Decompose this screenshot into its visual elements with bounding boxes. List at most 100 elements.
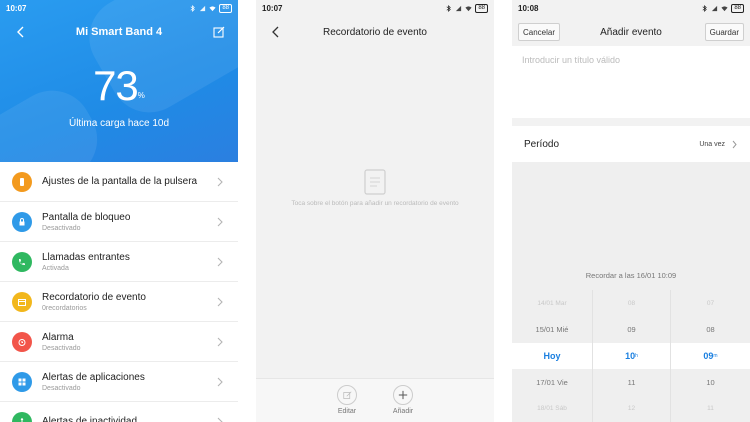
battery-value: 73 (93, 62, 139, 109)
picker-option-text: 09 (703, 351, 714, 362)
settings-row[interactable]: Alertas de aplicaciones Desactivado (0, 362, 238, 402)
hour-wheel[interactable]: 08 09 10 h 11 12 (592, 290, 670, 422)
row-status: Desactivado (42, 224, 81, 232)
section-divider (512, 118, 750, 126)
signal-icon (200, 5, 206, 11)
add-circle (393, 385, 413, 405)
back-arrow-icon[interactable] (14, 25, 28, 39)
picker-option-text: 09 (627, 325, 636, 335)
datetime-picker: Recordar a las 16/01 10:09 14/01 Mar 15/0… (512, 162, 750, 422)
row-text: Alarma Desactivado (42, 332, 238, 352)
picker-option[interactable]: 18/01 Sáb (512, 396, 592, 422)
add-button[interactable]: Añadir (383, 385, 423, 415)
status-time: 10:07 (262, 3, 283, 13)
picker-option[interactable]: 11 (593, 369, 670, 395)
picker-option[interactable]: Hoy (512, 342, 592, 370)
picker-option-text: 07 (706, 299, 715, 307)
settings-row[interactable]: Pantalla de bloqueo Desactivado (0, 202, 238, 242)
period-row[interactable]: Período Una vez (512, 126, 750, 162)
event-title-input[interactable] (522, 50, 740, 70)
row-icon-badge (12, 251, 32, 272)
picker-option[interactable]: 17/01 Vie (512, 369, 592, 395)
row-icon-badge (12, 371, 32, 392)
picker-columns: 14/01 Mar 15/01 Mié Hoy 17/01 Vie 18/01 Sáb … (512, 290, 750, 422)
picker-option[interactable]: 15/01 Mié (512, 316, 592, 342)
bluetooth-icon (190, 4, 196, 12)
picker-option[interactable]: 11 (671, 396, 750, 422)
row-label: Llamadas entrantes (42, 251, 130, 263)
edit-icon (342, 390, 352, 399)
chevron-right-icon (217, 177, 223, 187)
chevron-right-icon (217, 377, 223, 387)
watch-icon (20, 177, 24, 186)
bottom-toolbar: Editar Añadir (256, 378, 494, 422)
screenshot-collage: 10:07 88 Mi Smart Band 4 73% Última carg… (0, 0, 750, 422)
picker-option-text: 18/01 Sáb (537, 405, 567, 413)
settings-row[interactable]: Ajustes de la pantalla de la pulsera (0, 162, 238, 202)
row-label: Pantalla de bloqueo (42, 211, 131, 223)
last-charge-text: Última carga hace 10d (68, 118, 170, 129)
lock-icon (19, 217, 25, 225)
chevron-right-icon (217, 297, 223, 307)
remind-at-text: Recordar a las 16/01 10:09 (585, 271, 677, 280)
edit-circle (337, 385, 357, 405)
band-settings-screen: 10:07 88 Mi Smart Band 4 73% Última carg… (0, 0, 238, 422)
top-bar: 10:08 88 Cancelar Añadir evento Guardar (512, 0, 750, 46)
page-title: Añadir evento (600, 26, 662, 38)
picker-option-text: 10 (706, 377, 715, 387)
picker-option[interactable]: 08 (593, 290, 670, 316)
signal-icon (712, 5, 718, 11)
status-bar: 10:08 88 (512, 0, 750, 16)
row-text: Llamadas entrantes Activada (42, 252, 238, 272)
divider (238, 0, 256, 422)
settings-row[interactable]: Alarma Desactivado (0, 322, 238, 362)
edit-button[interactable]: Editar (327, 385, 367, 415)
row-icon-badge (12, 331, 32, 352)
status-bar: 10:07 88 (256, 0, 494, 16)
save-button[interactable]: Guardar (704, 23, 744, 41)
row-text: Alertas de aplicaciones Desactivado (42, 372, 238, 392)
edit-icon[interactable] (212, 25, 226, 39)
page-title: Mi Smart Band 4 (75, 26, 163, 38)
wifi-icon (465, 5, 472, 11)
back-arrow-icon[interactable] (270, 25, 282, 39)
battery-indicator: 88 (731, 3, 744, 13)
picker-option[interactable]: 14/01 Mar (512, 290, 592, 316)
row-label: Recordatorio de evento (42, 291, 146, 303)
settings-row[interactable]: Recordatorio de evento 0recordatorios (0, 282, 238, 322)
row-label: Ajustes de la pantalla de la pulsera (42, 176, 198, 187)
cancel-button[interactable]: Cancelar (518, 23, 561, 41)
alarm-icon (18, 338, 26, 346)
battery-unit: % (137, 91, 145, 100)
chevron-right-icon (217, 257, 223, 267)
picker-option[interactable]: 12 (593, 396, 670, 422)
battery-percentage: 73% (0, 62, 238, 110)
picker-option[interactable]: 10 h (593, 342, 670, 370)
settings-row[interactable]: Alertas de inactividad (0, 402, 238, 422)
picker-option-text: 14/01 Mar (537, 299, 567, 307)
picker-unit: m (713, 353, 718, 360)
picker-option-text: Hoy (543, 351, 561, 362)
row-text: Pantalla de bloqueo Desactivado (42, 212, 238, 232)
bluetooth-icon (446, 4, 452, 12)
picker-option[interactable]: 09 m (671, 342, 750, 370)
picker-option[interactable]: 07 (671, 290, 750, 316)
picker-option[interactable]: 09 (593, 316, 670, 342)
chevron-right-icon (217, 217, 223, 227)
picker-option-text: 10 (625, 351, 636, 362)
chevron-right-icon (732, 140, 737, 148)
picker-option-text: 15/01 Mié (535, 325, 569, 335)
picker-option[interactable]: 10 (671, 369, 750, 395)
status-time: 10:08 (518, 3, 539, 13)
picker-unit: h (635, 353, 638, 360)
minute-wheel[interactable]: 07 08 09 m 10 11 (670, 290, 750, 422)
row-text: Recordatorio de evento 0recordatorios (42, 292, 238, 312)
plus-icon (398, 390, 408, 400)
date-wheel[interactable]: 14/01 Mar 15/01 Mié Hoy 17/01 Vie 18/01 Sáb (512, 290, 592, 422)
top-nav: Recordatorio de evento (256, 22, 494, 42)
empty-note-icon (364, 169, 386, 195)
picker-option[interactable]: 08 (671, 316, 750, 342)
settings-row[interactable]: Llamadas entrantes Activada (0, 242, 238, 282)
top-bar: 10:07 88 Recordatorio de evento (256, 0, 494, 46)
period-label: Período (524, 138, 560, 150)
